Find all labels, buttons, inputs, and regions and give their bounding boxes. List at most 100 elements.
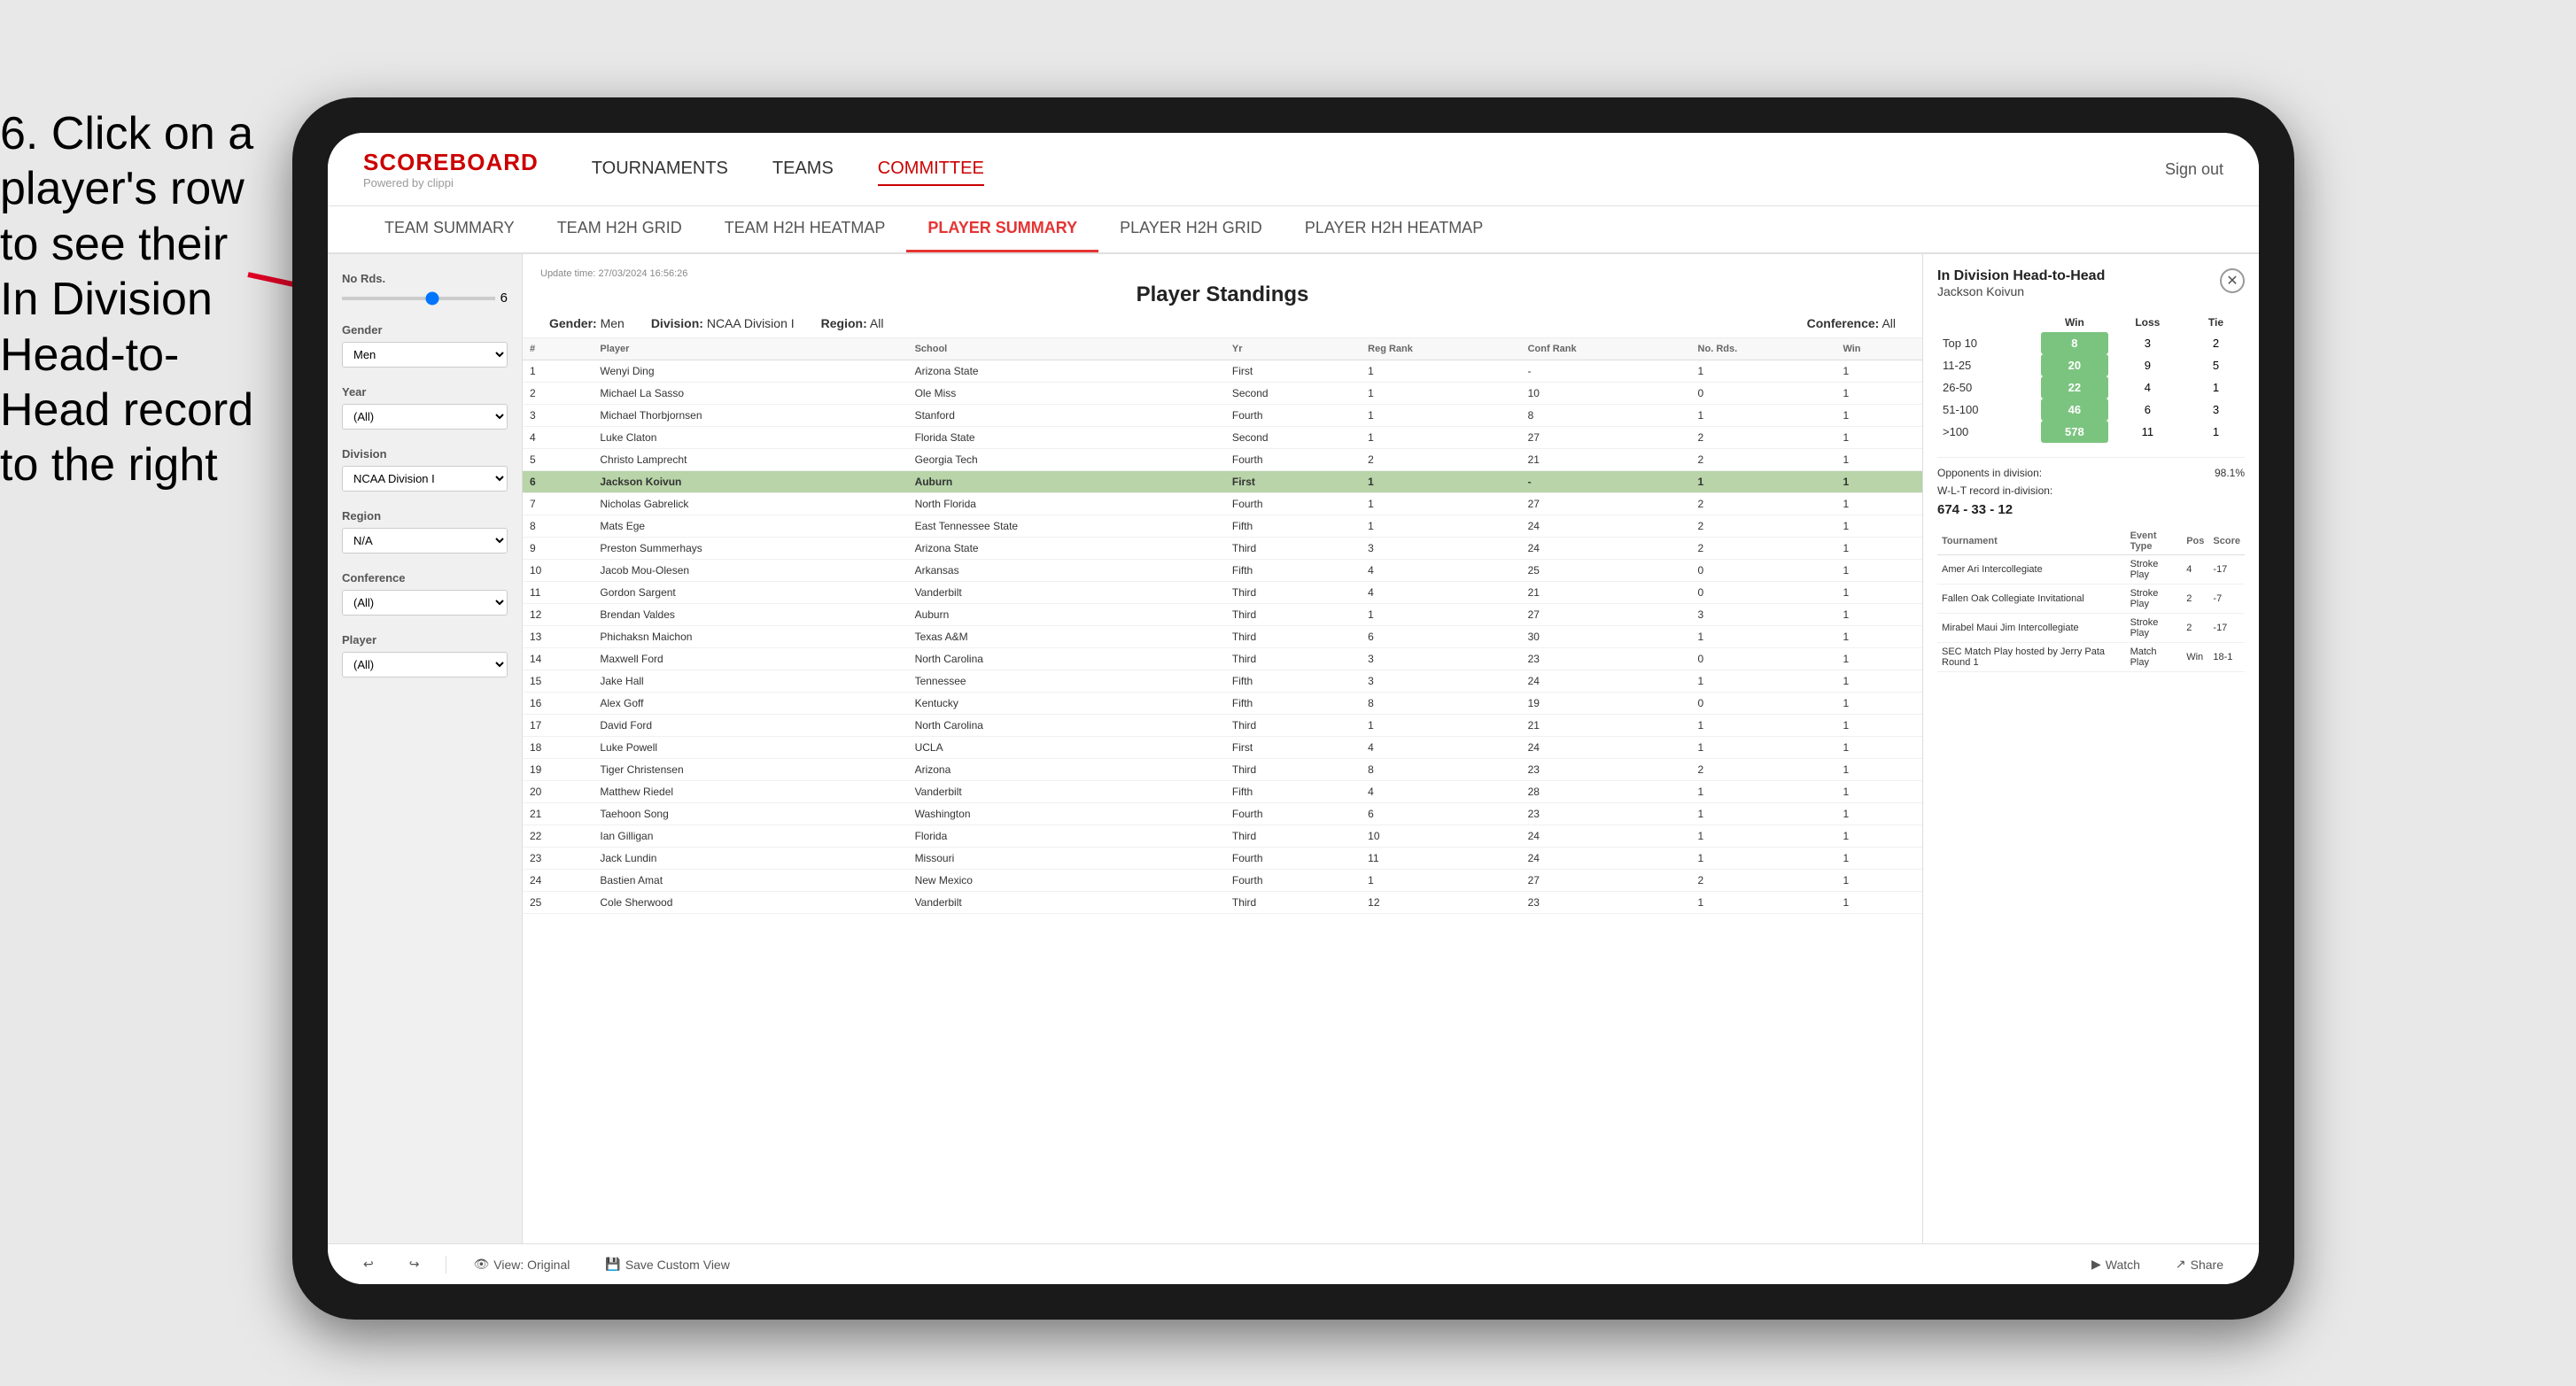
tournament-row: Mirabel Maui Jim Intercollegiate Stroke … (1937, 614, 2245, 643)
table-row[interactable]: 9 Preston Summerhays Arizona State Third… (523, 538, 1922, 560)
cell-yr: Third (1225, 648, 1361, 670)
table-row[interactable]: 1 Wenyi Ding Arizona State First 1 - 1 1 (523, 360, 1922, 383)
table-row[interactable]: 6 Jackson Koivun Auburn First 1 - 1 1 (523, 471, 1922, 493)
region-select[interactable]: N/A (342, 528, 508, 554)
cell-reg: 4 (1361, 560, 1520, 582)
table-row[interactable]: 3 Michael Thorbjornsen Stanford Fourth 1… (523, 405, 1922, 427)
tournament-row: SEC Match Play hosted by Jerry Pata Roun… (1937, 643, 2245, 672)
cell-conf: 8 (1521, 405, 1691, 427)
share-btn[interactable]: ↗ Share (2167, 1253, 2232, 1275)
nav-items: TOURNAMENTS TEAMS COMMITTEE (592, 153, 2165, 186)
table-row[interactable]: 22 Ian Gilligan Florida Third 10 24 1 1 (523, 825, 1922, 848)
cell-player: Brendan Valdes (593, 604, 907, 626)
h2h-title: In Division Head-to-Head (1937, 268, 2105, 284)
nav-tournaments[interactable]: TOURNAMENTS (592, 153, 728, 186)
cell-num: 24 (523, 870, 593, 892)
cell-win: 1 (1835, 848, 1922, 870)
nav-committee[interactable]: COMMITTEE (878, 153, 984, 186)
table-row[interactable]: 15 Jake Hall Tennessee Fifth 3 24 1 1 (523, 670, 1922, 693)
t-name: Amer Ari Intercollegiate (1937, 555, 2126, 585)
table-row[interactable]: 11 Gordon Sargent Vanderbilt Third 4 21 … (523, 582, 1922, 604)
cell-yr: Fifth (1225, 670, 1361, 693)
table-row[interactable]: 18 Luke Powell UCLA First 4 24 1 1 (523, 737, 1922, 759)
undo-btn[interactable]: ↩ (354, 1253, 383, 1275)
conference-select[interactable]: (All) (342, 590, 508, 616)
h2h-loss: 9 (2108, 354, 2187, 376)
table-row[interactable]: 8 Mats Ege East Tennessee State Fifth 1 … (523, 515, 1922, 538)
no-rds-slider[interactable] (342, 297, 495, 300)
cell-num: 16 (523, 693, 593, 715)
cell-win: 1 (1835, 515, 1922, 538)
table-row[interactable]: 24 Bastien Amat New Mexico Fourth 1 27 2… (523, 870, 1922, 892)
table-row[interactable]: 12 Brendan Valdes Auburn Third 1 27 3 1 (523, 604, 1922, 626)
cell-school: Kentucky (908, 693, 1225, 715)
table-row[interactable]: 10 Jacob Mou-Olesen Arkansas Fifth 4 25 … (523, 560, 1922, 582)
save-icon: 💾 (605, 1257, 620, 1272)
table-row[interactable]: 23 Jack Lundin Missouri Fourth 11 24 1 1 (523, 848, 1922, 870)
table-row[interactable]: 21 Taehoon Song Washington Fourth 6 23 1… (523, 803, 1922, 825)
gender-select[interactable]: Men (342, 342, 508, 368)
table-row[interactable]: 19 Tiger Christensen Arizona Third 8 23 … (523, 759, 1922, 781)
save-custom-btn[interactable]: 💾 Save Custom View (596, 1253, 738, 1275)
tab-team-h2h-grid[interactable]: TEAM H2H GRID (536, 206, 703, 252)
cell-player: Jackson Koivun (593, 471, 907, 493)
table-row[interactable]: 14 Maxwell Ford North Carolina Third 3 2… (523, 648, 1922, 670)
cell-school: Ole Miss (908, 383, 1225, 405)
nav-teams[interactable]: TEAMS (772, 153, 834, 186)
h2h-col-loss: Loss (2108, 313, 2187, 332)
redo-btn[interactable]: ↪ (400, 1253, 429, 1275)
sign-out-btn[interactable]: Sign out (2165, 160, 2223, 179)
table-row[interactable]: 25 Cole Sherwood Vanderbilt Third 12 23 … (523, 892, 1922, 914)
cell-rds: 0 (1691, 560, 1836, 582)
h2h-range: 11-25 (1937, 354, 2041, 376)
tab-player-h2h-grid[interactable]: PLAYER H2H GRID (1098, 206, 1284, 252)
table-row[interactable]: 16 Alex Goff Kentucky Fifth 8 19 0 1 (523, 693, 1922, 715)
year-select[interactable]: (All) (342, 404, 508, 430)
table-row[interactable]: 7 Nicholas Gabrelick North Florida Fourt… (523, 493, 1922, 515)
share-label: Share (2191, 1258, 2223, 1272)
table-row[interactable]: 4 Luke Claton Florida State Second 1 27 … (523, 427, 1922, 449)
cell-player: Cole Sherwood (593, 892, 907, 914)
cell-school: Florida (908, 825, 1225, 848)
h2h-range: 26-50 (1937, 376, 2041, 399)
table-row[interactable]: 2 Michael La Sasso Ole Miss Second 1 10 … (523, 383, 1922, 405)
col-num: # (523, 338, 593, 360)
cell-conf: 27 (1521, 604, 1691, 626)
cell-reg: 4 (1361, 781, 1520, 803)
view-original-btn[interactable]: 👁 View: Original (464, 1253, 578, 1275)
tab-team-summary[interactable]: TEAM SUMMARY (363, 206, 536, 252)
cell-school: Vanderbilt (908, 892, 1225, 914)
cell-yr: First (1225, 360, 1361, 383)
cell-school: Florida State (908, 427, 1225, 449)
h2h-row: 26-50 22 4 1 (1937, 376, 2245, 399)
cell-reg: 1 (1361, 383, 1520, 405)
tab-team-h2h-heatmap[interactable]: TEAM H2H HEATMAP (703, 206, 907, 252)
division-select[interactable]: NCAA Division I (342, 466, 508, 492)
conference-label: Conference (342, 571, 508, 585)
table-row[interactable]: 20 Matthew Riedel Vanderbilt Fifth 4 28 … (523, 781, 1922, 803)
cell-yr: First (1225, 737, 1361, 759)
table-row[interactable]: 17 David Ford North Carolina Third 1 21 … (523, 715, 1922, 737)
h2h-close-btn[interactable]: ✕ (2220, 268, 2245, 293)
table-row[interactable]: 5 Christo Lamprecht Georgia Tech Fourth … (523, 449, 1922, 471)
player-select[interactable]: (All) (342, 652, 508, 678)
t-col-score: Score (2208, 528, 2245, 555)
tab-player-h2h-heatmap[interactable]: PLAYER H2H HEATMAP (1284, 206, 1504, 252)
cell-yr: Fourth (1225, 848, 1361, 870)
cell-school: Texas A&M (908, 626, 1225, 648)
cell-yr: First (1225, 471, 1361, 493)
table-row[interactable]: 13 Phichaksn Maichon Texas A&M Third 6 3… (523, 626, 1922, 648)
cell-rds: 1 (1691, 848, 1836, 870)
cell-yr: Fifth (1225, 515, 1361, 538)
sidebar-conference-section: Conference (All) (342, 571, 508, 616)
cell-player: David Ford (593, 715, 907, 737)
cell-player: Bastien Amat (593, 870, 907, 892)
cell-win: 1 (1835, 693, 1922, 715)
tab-player-summary[interactable]: PLAYER SUMMARY (906, 206, 1098, 252)
standings-title: Player Standings (540, 283, 1905, 307)
cell-school: Vanderbilt (908, 582, 1225, 604)
cell-player: Luke Claton (593, 427, 907, 449)
cell-reg: 4 (1361, 737, 1520, 759)
t-score: -7 (2208, 585, 2245, 614)
watch-btn[interactable]: ▶ Watch (2083, 1253, 2149, 1275)
